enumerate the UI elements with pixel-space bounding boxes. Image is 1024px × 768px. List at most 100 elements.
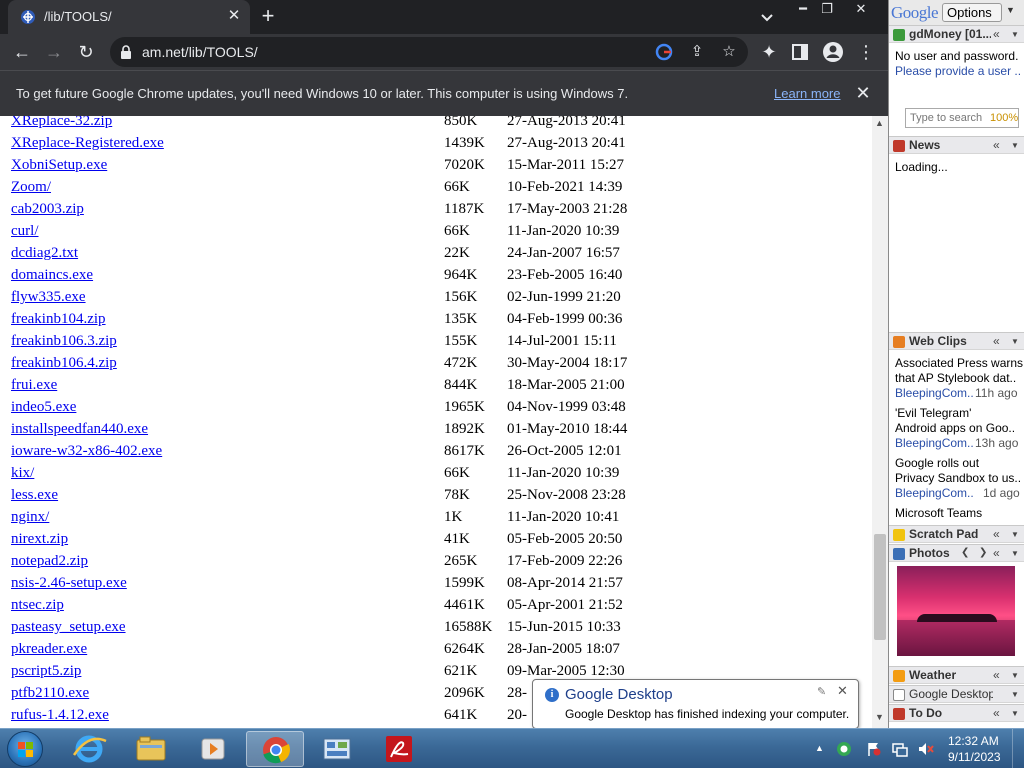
gadget-webclips-title[interactable]: Web Clips « ▼ (889, 332, 1024, 350)
file-link[interactable]: ntsec.zip (11, 597, 64, 614)
share-icon[interactable]: ⇪ (688, 43, 706, 61)
gadget-menu-icon[interactable]: ▼ (1011, 30, 1019, 39)
gadget-menu-icon[interactable]: ▼ (1011, 141, 1019, 150)
tab-search-chevron-icon[interactable] (758, 8, 776, 26)
clock-date[interactable]: 9/11/2023 (948, 750, 1001, 764)
address-bar[interactable]: am.net/lib/TOOLS/ ⇪ ☆ (110, 37, 748, 67)
action-center-flag-icon[interactable] (866, 741, 882, 757)
photo-prev-icon[interactable]: ❮ (961, 547, 969, 558)
taskbar-control-panel[interactable] (308, 731, 366, 767)
taskbar-explorer[interactable] (122, 731, 180, 767)
gadget-menu-icon[interactable]: ▼ (1011, 530, 1019, 539)
reload-icon[interactable]: ↻ (75, 41, 97, 63)
network-icon[interactable] (892, 741, 908, 757)
collapse-icon[interactable]: « (993, 668, 1000, 682)
gadget-menu-icon[interactable]: ▼ (1011, 671, 1019, 680)
gadget-menu-icon[interactable]: ▼ (1011, 337, 1019, 346)
file-link[interactable]: XReplace-32.zip (11, 116, 112, 130)
infobar-close-icon[interactable]: ✕ (852, 82, 874, 104)
collapse-icon[interactable]: « (993, 546, 1000, 560)
gadget-menu-icon[interactable]: ▼ (1011, 549, 1019, 558)
file-link[interactable]: rufus-1.4.12.exe (11, 707, 109, 724)
vertical-scrollbar[interactable]: ▲ ▼ (872, 116, 888, 728)
file-link[interactable]: XobniSetup.exe (11, 157, 107, 174)
gadget-weather-title[interactable]: Weather « ▼ (889, 666, 1024, 684)
pin-icon[interactable]: ✎ (817, 685, 826, 698)
file-link[interactable]: less.exe (11, 487, 58, 504)
file-link[interactable]: pscript5.zip (11, 663, 81, 680)
collapse-icon[interactable]: « (993, 27, 1000, 41)
start-button[interactable] (7, 731, 43, 767)
lock-icon[interactable] (120, 45, 132, 59)
collapse-icon[interactable]: « (993, 527, 1000, 541)
file-link[interactable]: XReplace-Registered.exe (11, 135, 164, 152)
tab-active[interactable]: /lib/TOOLS/ ✕ (8, 0, 250, 34)
file-link[interactable]: flyw335.exe (11, 289, 86, 306)
file-link[interactable]: nsis-2.46-setup.exe (11, 575, 127, 592)
volume-muted-icon[interactable] (918, 741, 934, 757)
learn-more-link[interactable]: Learn more (774, 86, 840, 101)
scrollbar-thumb[interactable] (874, 534, 886, 640)
file-link[interactable]: cab2003.zip (11, 201, 84, 218)
gadget-gdesktop-title[interactable]: Google Desktop ▼ (889, 685, 1024, 703)
show-desktop-button[interactable] (1012, 729, 1024, 768)
file-link[interactable]: kix/ (11, 465, 34, 482)
file-link[interactable]: indeo5.exe (11, 399, 76, 416)
notification-close-icon[interactable]: ✕ (837, 683, 848, 699)
scroll-down-arrow-icon[interactable]: ▼ (875, 712, 884, 722)
gadget-todo-title[interactable]: To Do « ▼ (889, 704, 1024, 722)
forward-arrow-icon[interactable]: → (43, 41, 65, 63)
gadget-photos-title[interactable]: Photos ❮ ❯ « ▼ (889, 544, 1024, 562)
file-link[interactable]: notepad2.zip (11, 553, 88, 570)
file-link[interactable]: freakinb106.4.zip (11, 355, 117, 372)
gadget-gdmoney-title[interactable]: gdMoney [01... « ▼ (889, 25, 1024, 43)
tray-expand-icon[interactable]: ▲ (815, 743, 824, 753)
menu-kebab-icon[interactable]: ⋮ (855, 41, 877, 63)
file-link[interactable]: frui.exe (11, 377, 57, 394)
sunset-photo[interactable] (897, 566, 1015, 656)
photo-next-icon[interactable]: ❯ (979, 547, 987, 558)
file-link[interactable]: ptfb2110.exe (11, 685, 89, 702)
file-link[interactable]: ioware-w32-x86-402.exe (11, 443, 162, 460)
window-close-icon[interactable]: ✕ (846, 0, 876, 20)
google-desktop-tray-icon[interactable] (836, 741, 852, 757)
collapse-icon[interactable]: « (993, 706, 1000, 720)
collapse-icon[interactable]: « (993, 138, 1000, 152)
file-link[interactable]: nirext.zip (11, 531, 68, 548)
options-dropdown-icon[interactable]: ▼ (1006, 5, 1015, 15)
file-link[interactable]: pasteasy_setup.exe (11, 619, 126, 636)
back-arrow-icon[interactable]: ← (11, 41, 33, 63)
taskbar-adobe-reader[interactable] (370, 731, 428, 767)
file-link[interactable]: freakinb104.zip (11, 311, 106, 328)
gadget-menu-icon[interactable]: ▼ (1011, 690, 1019, 699)
url-text[interactable]: am.net/lib/TOOLS/ (142, 44, 258, 60)
clock-time[interactable]: 12:32 AM (948, 734, 999, 748)
gadget-scratchpad-title[interactable]: Scratch Pad « ▼ (889, 525, 1024, 543)
file-link[interactable]: domaincs.exe (11, 267, 93, 284)
sidebar-search-input[interactable]: Type to search 100% (905, 108, 1019, 128)
gadget-menu-icon[interactable]: ▼ (1011, 709, 1019, 718)
file-link[interactable]: nginx/ (11, 509, 49, 526)
file-link[interactable]: freakinb106.3.zip (11, 333, 117, 350)
profile-avatar-icon[interactable] (822, 41, 844, 63)
extensions-puzzle-icon[interactable]: ✦ (758, 41, 780, 63)
file-link[interactable]: dcdiag2.txt (11, 245, 78, 262)
new-tab-icon[interactable]: + (256, 5, 280, 29)
taskbar-media-player[interactable] (184, 731, 242, 767)
gadget-news-title[interactable]: News « ▼ (889, 136, 1024, 154)
gdmoney-link[interactable]: Please provide a user .. (895, 64, 1021, 78)
google-desktop-notification[interactable]: i Google Desktop Google Desktop has fini… (532, 679, 859, 729)
taskbar-internet-explorer[interactable] (60, 731, 118, 767)
file-link[interactable]: Zoom/ (11, 179, 51, 196)
file-link[interactable]: pkreader.exe (11, 641, 87, 658)
bookmark-star-icon[interactable]: ☆ (720, 43, 738, 61)
file-link[interactable]: curl/ (11, 223, 39, 240)
options-button[interactable]: Options (942, 3, 1002, 22)
scroll-up-arrow-icon[interactable]: ▲ (875, 118, 884, 128)
restore-icon[interactable]: ❐ (812, 0, 842, 20)
file-link[interactable]: installspeedfan440.exe (11, 421, 148, 438)
taskbar-chrome[interactable] (246, 731, 304, 767)
tab-close-icon[interactable]: ✕ (224, 6, 244, 26)
side-panel-icon[interactable] (790, 42, 810, 62)
google-lens-icon[interactable] (655, 43, 673, 61)
